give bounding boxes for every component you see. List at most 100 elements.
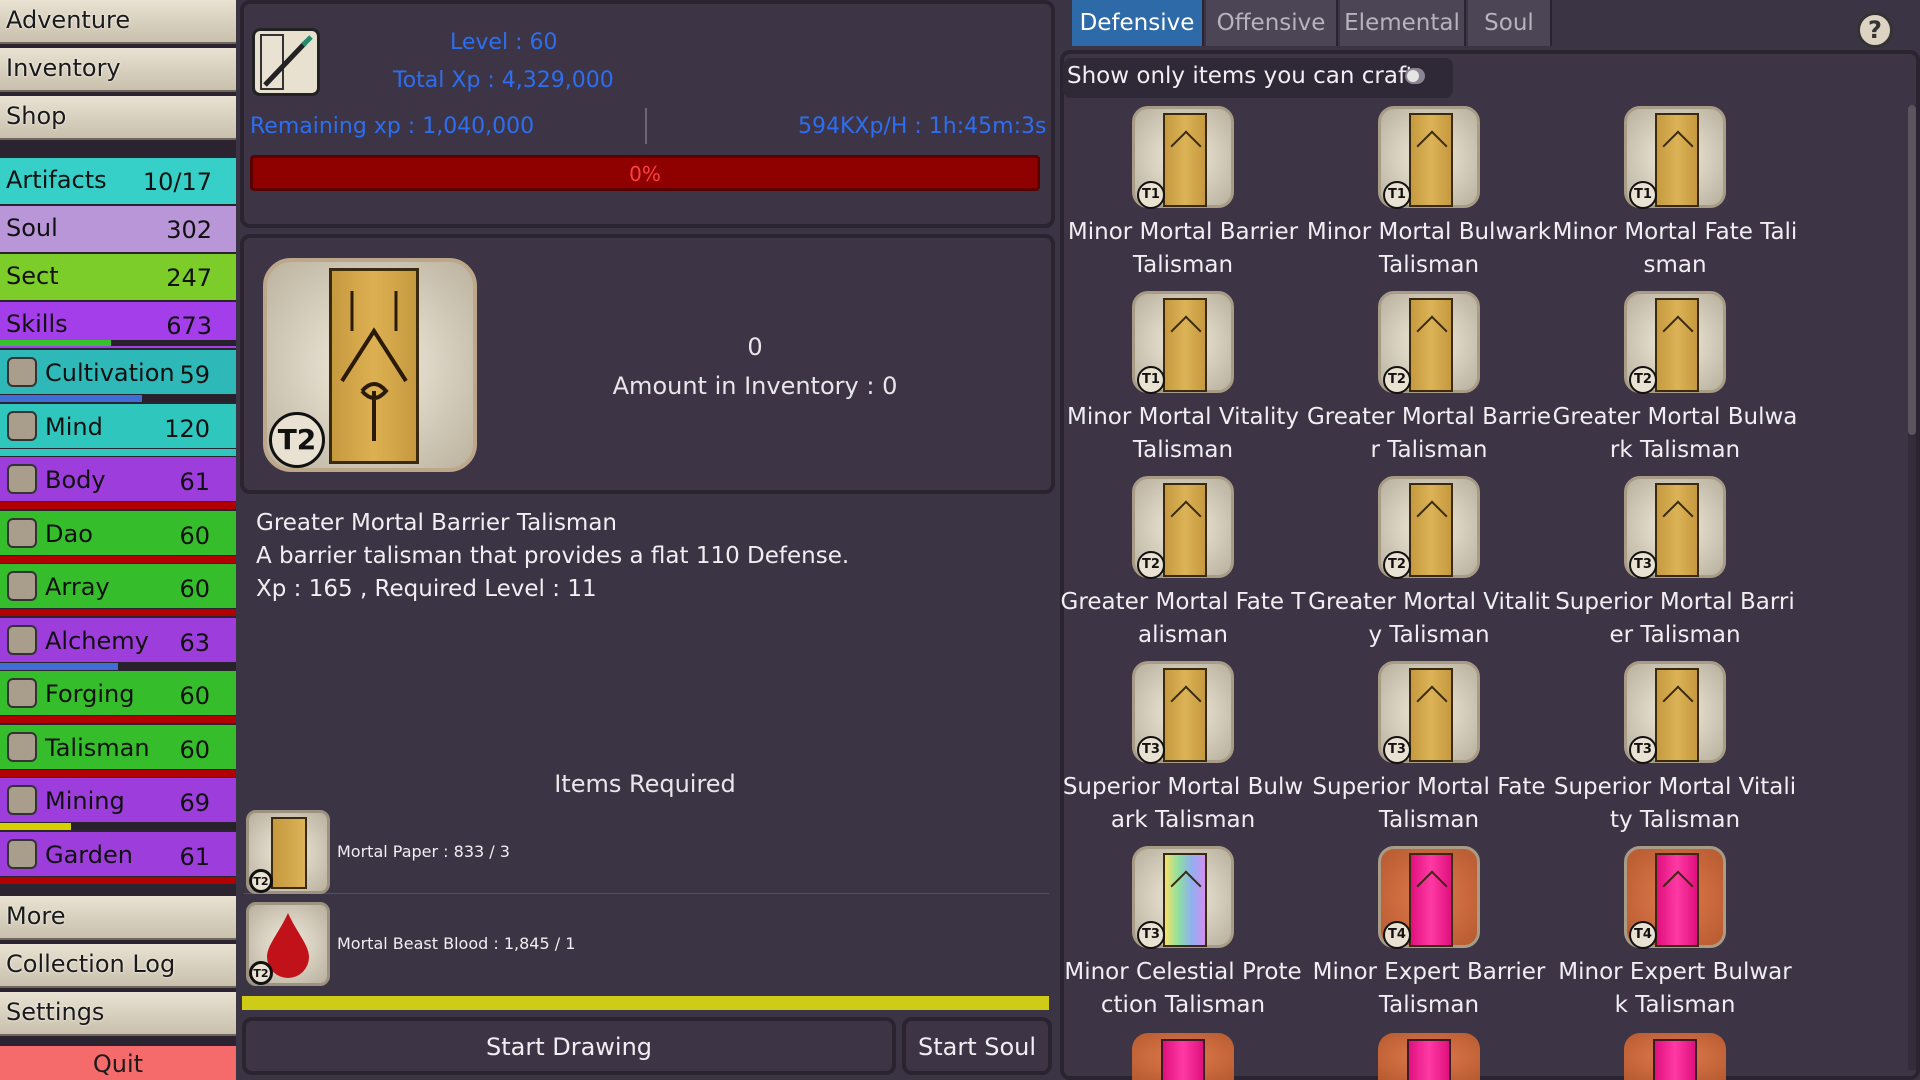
skill-progress-bar bbox=[0, 609, 236, 616]
skill-dao[interactable]: Dao 60 bbox=[0, 510, 236, 563]
skill-label: Forging bbox=[45, 680, 135, 708]
tab-defensive[interactable]: Defensive bbox=[1072, 0, 1204, 46]
talisman-paper bbox=[1409, 483, 1453, 577]
tab-elemental[interactable]: Elemental bbox=[1340, 0, 1466, 46]
recipe-card[interactable]: T4 Minor Expert Barrier Talisman bbox=[1306, 846, 1552, 1031]
recipe-card-partial[interactable] bbox=[1132, 1033, 1234, 1080]
recipe-name: Minor Mortal Fate Talisman bbox=[1552, 219, 1798, 278]
stat-label: Skills bbox=[6, 310, 68, 338]
skill-level: 61 bbox=[179, 842, 210, 871]
recipe-card[interactable]: T3 Minor Celestial Protection Talisman bbox=[1060, 846, 1306, 1031]
talisman-icon: T1 bbox=[1132, 291, 1234, 394]
stat-artifacts[interactable]: Artifacts 10/17 bbox=[0, 158, 236, 204]
tier-badge: T1 bbox=[1383, 181, 1411, 209]
tier-badge: T2 bbox=[1137, 551, 1165, 579]
talisman-paper bbox=[1409, 853, 1453, 947]
talisman-icon: T2 bbox=[1378, 291, 1480, 394]
skills-progress-bar bbox=[0, 340, 236, 346]
recipe-card[interactable]: T2 Greater Mortal Fate Talisman bbox=[1060, 476, 1306, 661]
tier-badge: T3 bbox=[1383, 736, 1411, 764]
item-name: Greater Mortal Barrier Talisman bbox=[256, 510, 618, 536]
skill-array[interactable]: Array 60 bbox=[0, 564, 236, 616]
recipe-card[interactable]: T1 Minor Mortal Bulwark Talisman bbox=[1306, 106, 1552, 291]
talisman-paper bbox=[1655, 668, 1699, 762]
body-icon bbox=[7, 464, 37, 494]
skill-progress-fill bbox=[0, 555, 236, 563]
start-soul-button[interactable]: Start Soul bbox=[902, 1017, 1052, 1075]
stat-sect[interactable]: Sect 247 bbox=[0, 254, 236, 300]
yin-yang-icon bbox=[7, 517, 37, 548]
app-root: Adventure Inventory Shop Artifacts 10/17 Soul… bbox=[0, 0, 1920, 1080]
recipe-name: Superior Mortal Barrier Talisman bbox=[1555, 589, 1795, 648]
scrollbar-thumb[interactable] bbox=[1908, 105, 1916, 435]
item-xp-requirement: Xp : 165 , Required Level : 11 bbox=[256, 576, 597, 602]
talisman-icon: T3 bbox=[1378, 661, 1480, 764]
nav-collection-log[interactable]: Collection Log bbox=[0, 944, 236, 988]
skill-label: Mining bbox=[45, 787, 125, 815]
skill-level: 59 bbox=[179, 361, 210, 389]
recipe-card-partial[interactable] bbox=[1624, 1033, 1726, 1080]
recipe-card[interactable]: T2 Greater Mortal Vitality Talisman bbox=[1306, 476, 1552, 661]
skill-label: Body bbox=[45, 466, 106, 494]
tier-badge: T2 bbox=[269, 412, 325, 468]
talisman-paper bbox=[1655, 113, 1699, 207]
skill-progress-fill bbox=[0, 876, 236, 884]
recipe-card[interactable]: T1 Minor Mortal Fate Talisman bbox=[1552, 106, 1798, 291]
recipe-card[interactable]: T2 Greater Mortal Bulwark Talisman bbox=[1552, 291, 1798, 476]
recipe-card[interactable]: T3 Superior Mortal Barrier Talisman bbox=[1552, 476, 1798, 661]
quit-button[interactable]: Quit bbox=[0, 1046, 236, 1080]
skill-progress-bar bbox=[0, 662, 236, 670]
skill-progress-bar bbox=[0, 502, 236, 509]
stat-label: Sect bbox=[6, 262, 59, 290]
recipe-card-partial[interactable] bbox=[1378, 1033, 1480, 1080]
nav-adventure[interactable]: Adventure bbox=[0, 0, 236, 44]
nav-settings[interactable]: Settings bbox=[0, 992, 236, 1036]
recipe-card[interactable]: T2 Greater Mortal Barrier Talisman bbox=[1306, 291, 1552, 476]
recipe-card[interactable]: T3 Superior Mortal Vitality Talisman bbox=[1552, 661, 1798, 846]
recipe-name: Superior Mortal Bulwark Talisman bbox=[1062, 774, 1304, 833]
selected-item-icon: T2 bbox=[263, 258, 477, 472]
skill-garden[interactable]: Garden 61 bbox=[0, 831, 236, 884]
recipe-card[interactable]: T1 Minor Mortal Barrier Talisman bbox=[1060, 106, 1306, 291]
craftable-filter[interactable]: Show only items you can craft bbox=[1063, 58, 1453, 98]
nav-shop[interactable]: Shop bbox=[0, 96, 236, 140]
tier-badge: T1 bbox=[1137, 366, 1165, 394]
tab-offensive[interactable]: Offensive bbox=[1206, 0, 1338, 46]
talisman-paper bbox=[1409, 113, 1453, 207]
blood-drop-icon: T2 bbox=[246, 902, 330, 986]
recipe-card[interactable]: T3 Superior Mortal Bulwark Talisman bbox=[1060, 661, 1306, 846]
recipe-card[interactable]: T4 Minor Expert Bulwark Talisman bbox=[1552, 846, 1798, 1031]
skill-mining[interactable]: Mining 69 bbox=[0, 778, 236, 830]
nav-more[interactable]: More bbox=[0, 896, 236, 940]
stat-value: 673 bbox=[166, 312, 212, 340]
recipe-scrollbar[interactable] bbox=[1908, 105, 1916, 1070]
recipe-card[interactable]: T1 Minor Mortal Vitality Talisman bbox=[1060, 291, 1306, 476]
remaining-xp: Remaining xp : 1,040,000 bbox=[250, 114, 535, 139]
skill-progress-fill bbox=[0, 769, 236, 777]
skill-mind[interactable]: Mind 120 bbox=[0, 403, 236, 456]
talisman-icon: T4 bbox=[1378, 846, 1480, 949]
tab-soul[interactable]: Soul bbox=[1468, 0, 1552, 46]
start-drawing-button[interactable]: Start Drawing bbox=[242, 1017, 896, 1075]
craftable-filter-label: Show only items you can craft bbox=[1067, 63, 1415, 89]
skill-level: 60 bbox=[179, 575, 210, 603]
array-icon bbox=[7, 571, 37, 601]
recipe-name: Greater Mortal Bulwark Talisman bbox=[1552, 404, 1798, 463]
craft-count: 0 bbox=[747, 333, 763, 361]
skill-alchemy[interactable]: Alchemy 63 bbox=[0, 617, 236, 670]
mortal-paper-icon: T2 bbox=[246, 810, 330, 894]
craftable-toggle[interactable] bbox=[1405, 68, 1425, 84]
tier-badge: T2 bbox=[249, 869, 273, 893]
recipe-name: Minor Mortal Bulwark Talisman bbox=[1306, 219, 1552, 278]
skill-progress-bar bbox=[0, 769, 236, 777]
help-button[interactable]: ? bbox=[1857, 12, 1893, 48]
stat-soul[interactable]: Soul 302 bbox=[0, 206, 236, 252]
recipe-card[interactable]: T3 Superior Mortal Fate Talisman bbox=[1306, 661, 1552, 846]
skill-cultivation[interactable]: Cultivation 59 bbox=[0, 350, 236, 402]
skill-forging[interactable]: Forging 60 bbox=[0, 671, 236, 723]
skill-body[interactable]: Body 61 bbox=[0, 457, 236, 509]
item-description: A barrier talisman that provides a flat … bbox=[256, 543, 850, 569]
requirement-label: Mortal Paper : 833 / 3 bbox=[337, 842, 510, 861]
skill-talisman[interactable]: Talisman 60 bbox=[0, 724, 236, 777]
nav-inventory[interactable]: Inventory bbox=[0, 48, 236, 92]
